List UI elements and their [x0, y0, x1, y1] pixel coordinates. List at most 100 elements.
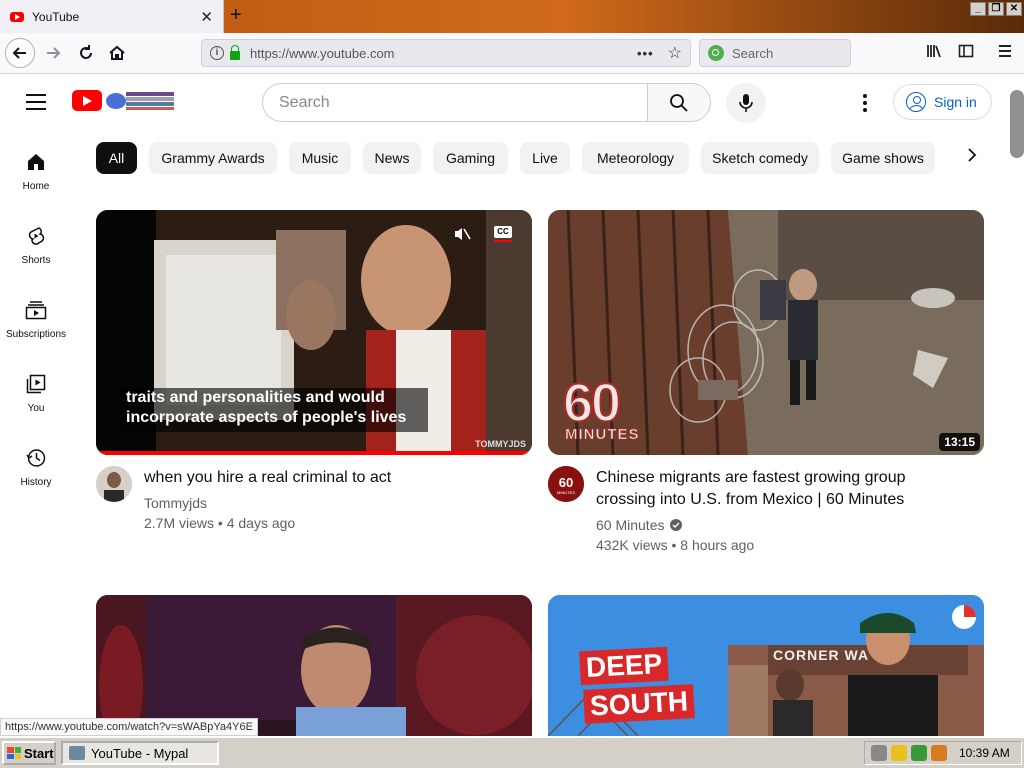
channel-name[interactable]: Tommyjds: [144, 493, 207, 513]
youtube-favicon-icon: [10, 11, 24, 22]
channel-avatar[interactable]: [96, 466, 132, 502]
voice-search-button[interactable]: [726, 83, 766, 123]
video-duration: 13:15: [939, 433, 980, 451]
guide-item-subscriptions[interactable]: Subscriptions: [0, 300, 72, 340]
video-thumbnail[interactable]: 60 MINUTES 13:15: [548, 210, 984, 455]
url-bar[interactable]: i https://www.youtube.com ••• ☆: [201, 39, 691, 67]
filter-chips-bar: All Grammy Awards Music News Gaming Live…: [96, 142, 941, 174]
network-icon[interactable]: [911, 745, 927, 761]
tab-close-icon[interactable]: ✕: [200, 8, 213, 26]
search-tray-icon[interactable]: [931, 745, 947, 761]
back-arrow-icon: [12, 47, 26, 59]
sixty-minutes-logo-small: MINUTES: [565, 426, 640, 444]
channel-name-row[interactable]: 60 Minutes: [596, 515, 683, 535]
chip-grammy-awards[interactable]: Grammy Awards: [149, 142, 277, 174]
youtube-logo[interactable]: [72, 90, 102, 111]
account-icon: [906, 92, 926, 112]
youtube-header: Search Sign in: [0, 74, 1010, 130]
scrollbar-thumb[interactable]: [1010, 90, 1024, 158]
doodle-logo-icon[interactable]: [104, 88, 174, 112]
chip-meteorology[interactable]: Meteorology: [582, 142, 689, 174]
browser-search-placeholder: Search: [732, 45, 774, 61]
search-icon: [670, 93, 688, 112]
store-sign-text: CORNER WA: [773, 647, 870, 663]
history-icon: [26, 449, 46, 467]
reload-icon: [80, 45, 92, 59]
chip-sketch-comedy[interactable]: Sketch comedy: [701, 142, 819, 174]
clock: 10:39 AM: [959, 746, 1010, 760]
sidebar-toggle-icon[interactable]: [958, 43, 974, 64]
guide-item-history[interactable]: History: [0, 448, 72, 488]
sixty-minutes-logo-big: 60: [562, 373, 622, 433]
channel-watermark: TOMMYJDS: [475, 439, 526, 449]
thumbnail-image: [96, 595, 532, 736]
mute-icon[interactable]: [453, 226, 471, 242]
video-thumbnail[interactable]: [96, 595, 532, 736]
browser-tab[interactable]: YouTube ✕: [0, 0, 224, 33]
library-icon[interactable]: [926, 43, 942, 64]
video-title[interactable]: when you hire a real criminal to act: [144, 467, 391, 489]
channel-avatar[interactable]: 60 MINUTES: [548, 466, 584, 502]
south-overlay-text: SOUTH: [583, 684, 695, 724]
close-window-button[interactable]: ✕: [1006, 2, 1022, 16]
video-thumbnail[interactable]: traits and personalities and would incor…: [96, 210, 532, 455]
start-label: Start: [24, 745, 54, 761]
navigation-toolbar: i https://www.youtube.com ••• ☆ Search: [0, 33, 1024, 74]
microphone-icon: [739, 94, 753, 112]
taskbar-window-button[interactable]: YouTube - Mypal: [61, 741, 219, 765]
lock-icon: [230, 44, 240, 60]
keyboard-icon[interactable]: [871, 745, 887, 761]
start-button[interactable]: Start: [2, 741, 56, 765]
chip-news[interactable]: News: [363, 142, 421, 174]
shorts-icon: [28, 227, 45, 245]
guide-item-shorts[interactable]: Shorts: [0, 226, 72, 266]
link-status-bar: https://www.youtube.com/watch?v=sWABpYa4…: [0, 718, 258, 736]
browser-search-box[interactable]: Search: [699, 39, 851, 67]
settings-kebab-icon[interactable]: [856, 92, 874, 112]
chevron-right-icon[interactable]: [966, 146, 978, 167]
youtube-search-input[interactable]: Search: [262, 83, 648, 122]
forward-button[interactable]: [38, 38, 68, 68]
chip-live[interactable]: Live: [520, 142, 570, 174]
mypal-browser-icon: [69, 746, 85, 760]
system-tray: 10:39 AM: [864, 741, 1022, 765]
reload-button[interactable]: [71, 38, 101, 68]
svg-text:60: 60: [559, 475, 573, 490]
windows-taskbar: Start YouTube - Mypal 10:39 AM: [0, 736, 1024, 768]
sign-in-label: Sign in: [934, 94, 977, 110]
guide-menu-icon[interactable]: [26, 94, 46, 115]
home-icon: [28, 154, 44, 170]
bookmark-star-icon[interactable]: ☆: [668, 43, 682, 63]
channel-name[interactable]: 60 Minutes: [596, 515, 664, 535]
home-icon: [109, 45, 125, 60]
back-button[interactable]: [5, 38, 35, 68]
guide-item-home[interactable]: Home: [0, 152, 72, 192]
maximize-button[interactable]: ❐: [988, 2, 1004, 16]
sign-in-button[interactable]: Sign in: [893, 84, 992, 120]
video-thumbnail[interactable]: DEEP SOUTH CORNER WA: [548, 595, 984, 736]
chip-game-shows[interactable]: Game shows: [831, 142, 935, 174]
page-scrollbar[interactable]: [1010, 74, 1024, 736]
menu-icon[interactable]: [998, 43, 1012, 64]
chip-music[interactable]: Music: [289, 142, 351, 174]
closed-captions-icon[interactable]: CC: [494, 226, 514, 244]
task-label: YouTube - Mypal: [91, 745, 189, 761]
guide-label: You: [27, 403, 45, 414]
video-stats: 432K views • 8 hours ago: [596, 537, 755, 553]
chip-gaming[interactable]: Gaming: [433, 142, 508, 174]
verified-badge-icon: [670, 519, 683, 531]
minimize-button[interactable]: _: [970, 2, 986, 16]
guide-item-you[interactable]: You: [0, 374, 72, 414]
chip-all[interactable]: All: [96, 142, 137, 174]
video-title[interactable]: Chinese migrants are fastest growing gro…: [596, 467, 906, 511]
page-actions-icon[interactable]: •••: [637, 46, 654, 61]
url-text[interactable]: https://www.youtube.com: [250, 46, 637, 61]
site-info-icon[interactable]: i: [210, 46, 224, 60]
new-tab-button[interactable]: +: [230, 4, 242, 27]
guide-label: Home: [22, 181, 50, 192]
forward-arrow-icon: [47, 47, 61, 59]
home-button[interactable]: [102, 38, 132, 68]
guide-label: Subscriptions: [5, 329, 67, 340]
search-button[interactable]: [647, 83, 711, 122]
security-shield-icon[interactable]: [891, 745, 907, 761]
